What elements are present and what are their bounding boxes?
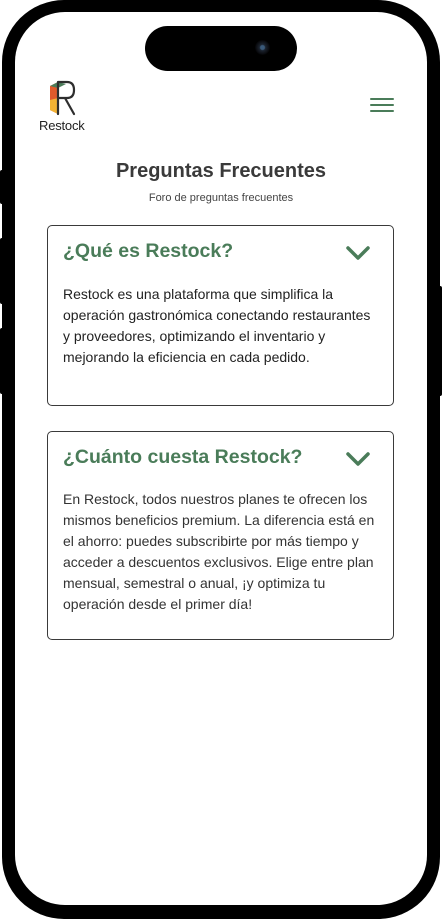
power-button — [438, 286, 442, 396]
faq-question: ¿Qué es Restock? — [63, 240, 234, 262]
action-button — [0, 170, 4, 204]
menu-line — [370, 98, 394, 100]
chevron-down-icon[interactable] — [345, 245, 371, 261]
brand-name: Restock — [39, 118, 85, 133]
faq-card: ¿Qué es Restock? Restock es una platafor… — [47, 225, 394, 406]
phone-screen: Restock Preguntas Frecuentes Foro de pre… — [15, 12, 427, 905]
faq-toggle[interactable]: ¿Cuánto cuesta Restock? — [63, 446, 371, 474]
page-subtitle: Foro de preguntas frecuentes — [148, 192, 294, 204]
restock-logo-icon — [50, 80, 76, 116]
volume-up-button — [0, 238, 4, 304]
phone-device: Restock Preguntas Frecuentes Foro de pre… — [0, 0, 442, 919]
faq-answer: Restock es una plataforma que simplifica… — [63, 286, 371, 365]
hamburger-menu-icon[interactable] — [370, 98, 394, 114]
camera-icon — [255, 40, 270, 55]
volume-down-button — [0, 328, 4, 394]
faq-answer: En Restock, todos nuestros planes te ofr… — [63, 491, 375, 612]
menu-line — [370, 110, 394, 112]
dynamic-island — [145, 26, 297, 71]
menu-line — [370, 104, 394, 106]
faq-card: ¿Cuánto cuesta Restock? En Restock, todo… — [47, 431, 394, 640]
page-title: Preguntas Frecuentes — [115, 160, 327, 182]
faq-question: ¿Cuánto cuesta Restock? — [63, 446, 303, 468]
chevron-down-icon[interactable] — [345, 451, 371, 467]
faq-toggle[interactable]: ¿Qué es Restock? — [63, 240, 371, 268]
